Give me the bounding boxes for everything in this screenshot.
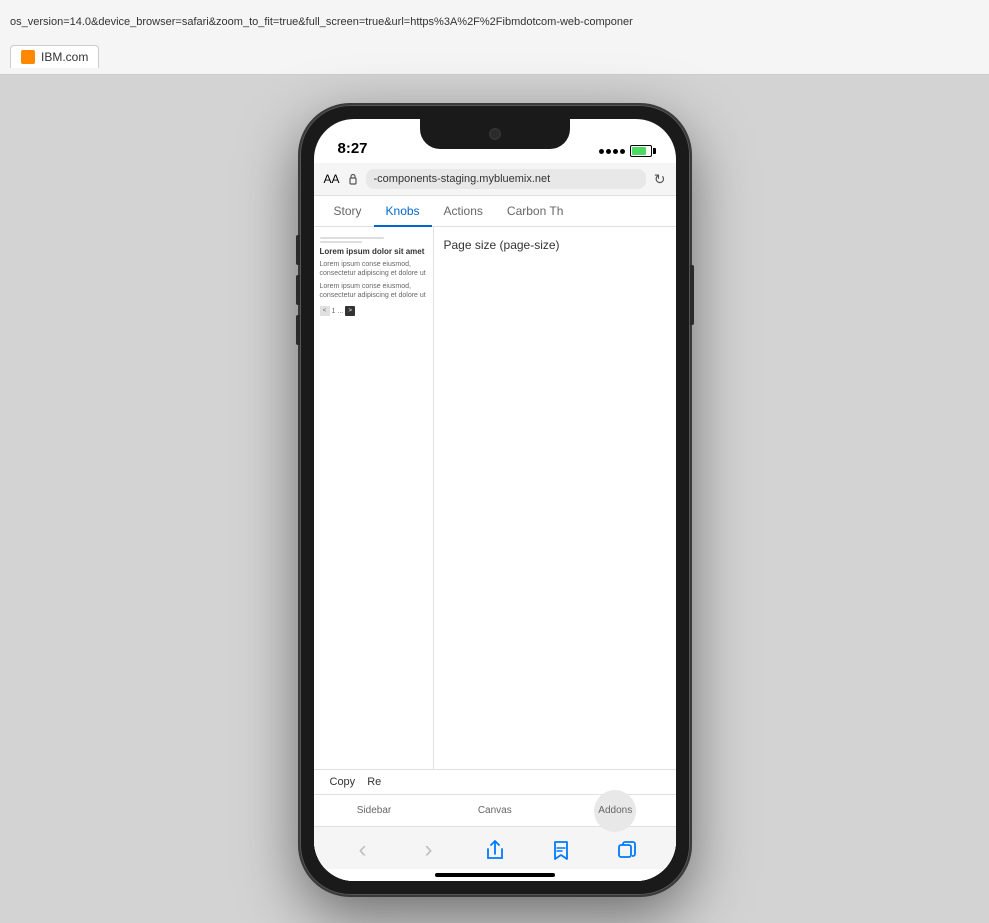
preview-line-1: [320, 237, 384, 239]
safari-share-button[interactable]: [480, 835, 510, 865]
bottom-tab-canvas-label: Canvas: [478, 805, 512, 816]
preview-body-block-2: Lorem ipsum conse eiusmod, consectetur a…: [320, 282, 427, 300]
safari-bookmarks-button[interactable]: [546, 835, 576, 865]
tab-story-label: Story: [334, 204, 362, 218]
storybook-tabs: Story Knobs Actions Carbon Th: [314, 196, 676, 227]
tab-knobs[interactable]: Knobs: [374, 196, 432, 226]
bottom-tab-sidebar[interactable]: Sidebar: [347, 801, 401, 820]
preview-body-1: Lorem ipsum conse eiusmod, consectetur a…: [320, 260, 427, 278]
page-number: 1: [332, 308, 336, 315]
safari-toolbar: ‹ ›: [314, 827, 676, 869]
preview-line-2: [320, 241, 363, 243]
signal-dot-3: [613, 149, 618, 154]
address-field[interactable]: -components-staging.mybluemix.net: [366, 169, 646, 189]
phone-address-bar: AA -components-staging.mybluemix.net ↻: [314, 163, 676, 196]
notch-camera: [489, 128, 501, 140]
tab-actions-label: Actions: [444, 204, 483, 218]
preview-body-block-1: Lorem ipsum conse eiusmod, consectetur a…: [320, 260, 427, 278]
battery-fill: [632, 147, 646, 155]
storybook-bottom-tabs: Sidebar Canvas Addons: [314, 795, 676, 827]
phone-bottom-area: Copy Re Sidebar Canvas Addons: [314, 769, 676, 881]
battery-icon: [630, 145, 652, 157]
signal-dot-4: [620, 149, 625, 154]
browser-tab-ibm[interactable]: IBM.com: [10, 45, 99, 68]
preview-title: Lorem ipsum dolor sit amet: [320, 247, 427, 256]
bottom-tab-addons[interactable]: Addons: [588, 801, 642, 820]
phone-screen: 8:27 AA: [314, 119, 676, 881]
page-separator: ...: [337, 308, 343, 315]
bottom-tab-canvas[interactable]: Canvas: [468, 801, 522, 820]
bottom-tab-sidebar-label: Sidebar: [357, 805, 391, 816]
preview-pagination: < 1 ... >: [320, 306, 427, 316]
tab-favicon: [21, 50, 35, 64]
phone-device: 8:27 AA: [300, 105, 690, 895]
next-page-button[interactable]: >: [345, 306, 355, 316]
safari-forward-button[interactable]: ›: [414, 835, 444, 865]
popup-copy-button[interactable]: Copy: [330, 776, 356, 788]
bottom-tab-addons-label: Addons: [598, 805, 632, 816]
preview-title-block: Lorem ipsum dolor sit amet: [320, 247, 427, 256]
popup-more-button[interactable]: Re: [367, 776, 381, 788]
browser-chrome: os_version=14.0&device_browser=safari&zo…: [0, 0, 989, 75]
aa-button[interactable]: AA: [324, 172, 340, 186]
safari-tabs-button[interactable]: [612, 835, 642, 865]
signal-dots: [599, 149, 625, 154]
safari-back-button[interactable]: ‹: [348, 835, 378, 865]
url-static-part: os_version=14.0&device_browser=safari&zo…: [10, 16, 633, 28]
tab-carbon[interactable]: Carbon Th: [495, 196, 575, 226]
tab-knobs-label: Knobs: [386, 204, 420, 218]
url-text: os_version=14.0&device_browser=safari&zo…: [10, 16, 633, 28]
phone-browser: AA -components-staging.mybluemix.net ↻ S…: [314, 163, 676, 881]
prev-page-button[interactable]: <: [320, 306, 330, 316]
tab-story[interactable]: Story: [322, 196, 374, 226]
status-time: 8:27: [338, 140, 368, 157]
phone-notch: [420, 119, 570, 149]
reload-button[interactable]: ↻: [654, 171, 666, 188]
preview-small-text: [320, 237, 427, 243]
status-icons: [599, 145, 652, 157]
signal-dot-1: [599, 149, 604, 154]
home-indicator: [435, 873, 555, 877]
knob-page-size-label: Page size (page-size): [444, 237, 666, 254]
tab-carbon-label: Carbon Th: [507, 204, 563, 218]
browser-tabs: IBM.com: [0, 40, 989, 72]
tab-label: IBM.com: [41, 50, 88, 64]
tab-actions[interactable]: Actions: [432, 196, 495, 226]
lock-icon: [348, 173, 358, 185]
preview-body-2: Lorem ipsum conse eiusmod, consectetur a…: [320, 282, 427, 300]
url-bar: os_version=14.0&device_browser=safari&zo…: [0, 0, 989, 40]
signal-dot-2: [606, 149, 611, 154]
